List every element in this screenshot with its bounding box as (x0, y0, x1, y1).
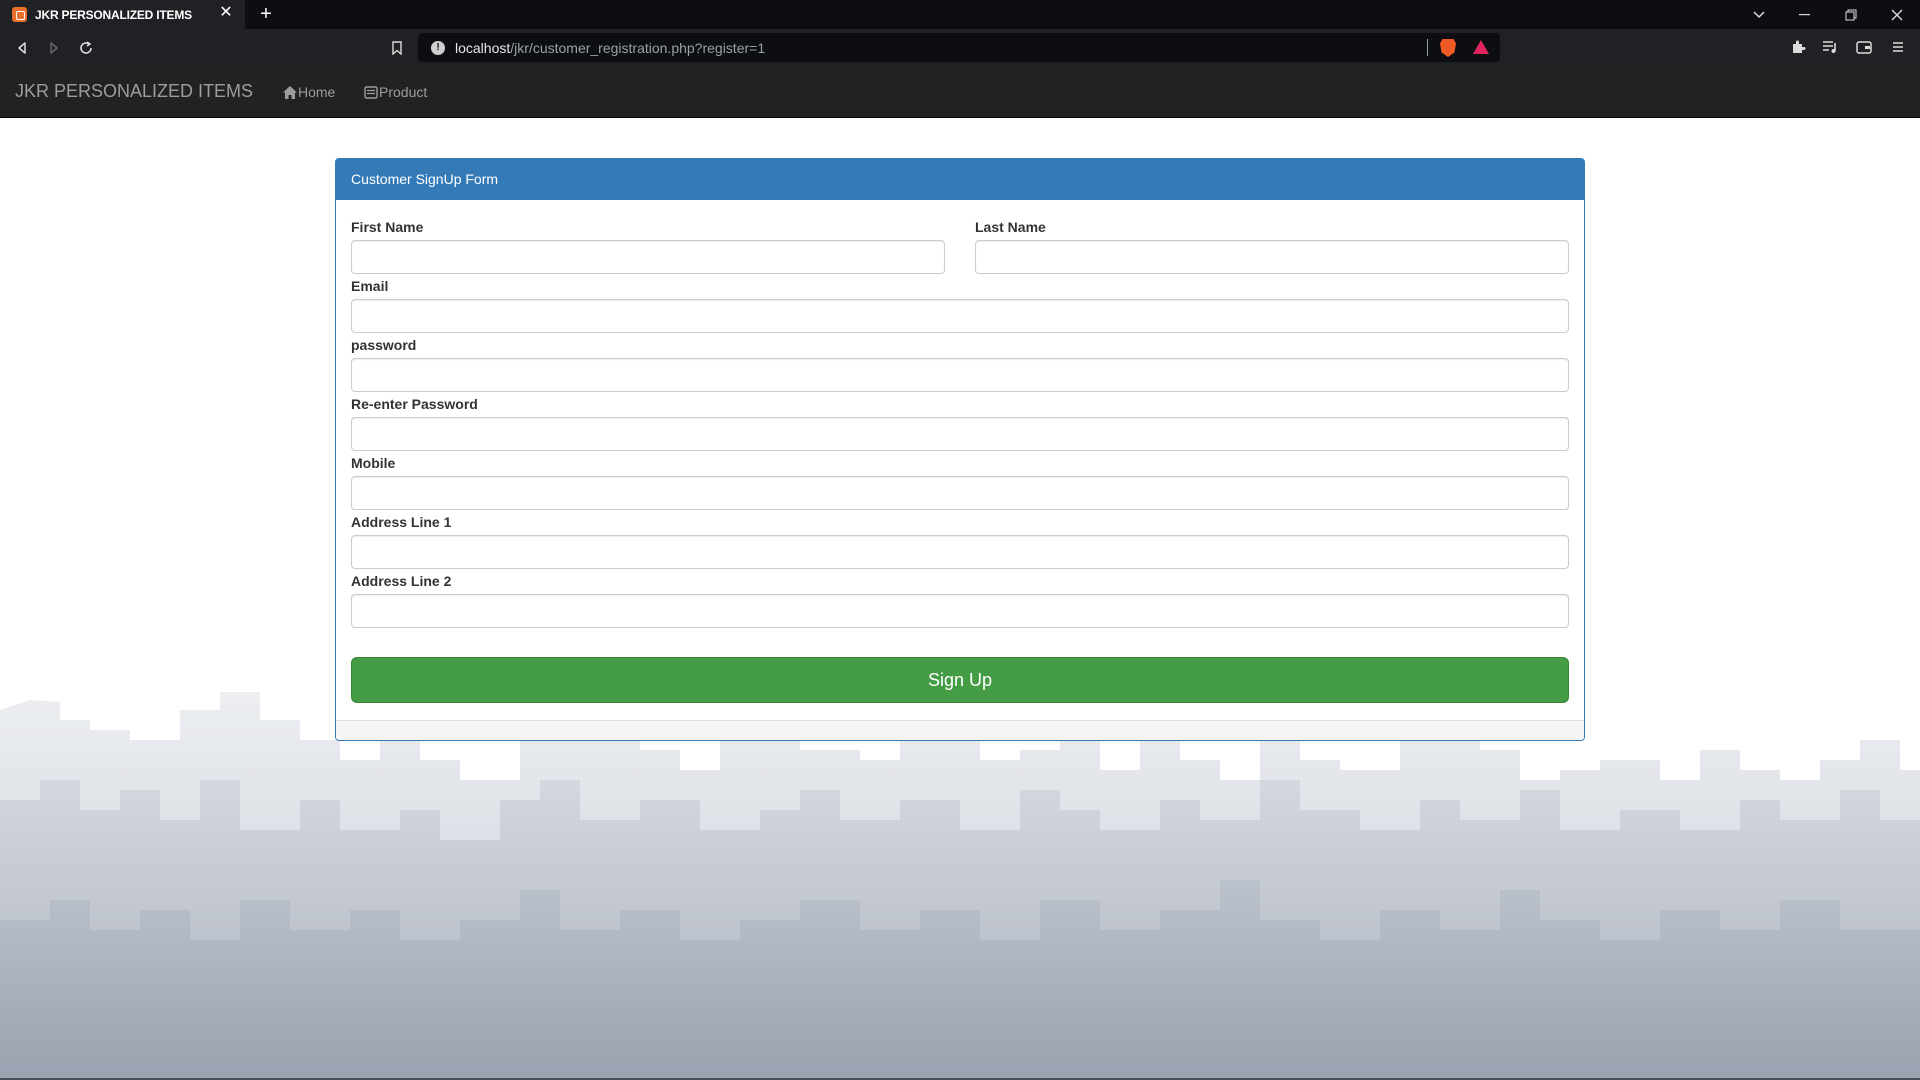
navbar-brand[interactable]: JKR PERSONALIZED ITEMS (15, 81, 253, 102)
new-tab-icon[interactable]: + (255, 3, 277, 25)
site-favicon-icon (12, 7, 27, 22)
site-info-icon[interactable] (431, 40, 445, 55)
bookmark-icon[interactable] (385, 36, 409, 60)
address-line-1-input[interactable] (351, 535, 1569, 569)
minimize-icon[interactable] (1785, 0, 1825, 29)
sign-up-button[interactable]: Sign Up (351, 657, 1569, 703)
reenter-password-label: Re-enter Password (351, 396, 478, 412)
address-bar[interactable]: localhost/jkr/customer_registration.php?… (418, 33, 1500, 62)
restore-icon[interactable] (1831, 0, 1871, 29)
url-host: localhost (455, 39, 511, 56)
address-line-1-label: Address Line 1 (351, 514, 452, 530)
tab-title: JKR PERSONALIZED ITEMS (35, 7, 192, 22)
close-window-icon[interactable] (1877, 0, 1917, 29)
site-navbar: JKR PERSONALIZED ITEMS Home Product (0, 66, 1920, 118)
panel-heading: Customer SignUp Form (336, 159, 1584, 200)
email-label: Email (351, 278, 389, 294)
first-name-input[interactable] (351, 240, 945, 274)
playlist-icon[interactable] (1821, 38, 1839, 56)
browser-tab[interactable]: JKR PERSONALIZED ITEMS ✕ (0, 0, 245, 29)
password-label: password (351, 337, 417, 353)
password-input[interactable] (351, 358, 1569, 392)
signup-panel: Customer SignUp Form First Name Last Nam… (335, 158, 1585, 741)
url-divider (1427, 39, 1428, 56)
first-name-label: First Name (351, 219, 424, 235)
browser-toolbar: localhost/jkr/customer_registration.php?… (0, 29, 1920, 66)
mobile-label: Mobile (351, 455, 396, 471)
nav-link-home[interactable]: Home (283, 84, 335, 100)
email-input[interactable] (351, 299, 1569, 333)
wallet-icon[interactable] (1855, 38, 1873, 56)
brave-rewards-icon[interactable] (1473, 40, 1489, 54)
forward-icon[interactable] (42, 36, 66, 60)
product-icon (364, 85, 378, 99)
url-path: /jkr/customer_registration.php?register=… (510, 39, 766, 56)
mobile-input[interactable] (351, 476, 1569, 510)
back-icon[interactable] (10, 36, 34, 60)
tab-search-chevron-icon[interactable] (1739, 0, 1779, 29)
tab-close-icon[interactable]: ✕ (217, 4, 235, 22)
nav-link-product-label: Product (379, 84, 428, 100)
address-line-2-label: Address Line 2 (351, 573, 452, 589)
reload-icon[interactable] (74, 36, 98, 60)
brave-shields-icon[interactable] (1440, 39, 1456, 57)
last-name-input[interactable] (975, 240, 1569, 274)
extensions-icon[interactable] (1789, 38, 1807, 56)
panel-footer (336, 720, 1584, 740)
menu-icon[interactable] (1889, 38, 1907, 56)
last-name-label: Last Name (975, 219, 1046, 235)
home-icon (283, 85, 297, 99)
nav-link-product[interactable]: Product (364, 84, 427, 100)
address-line-2-input[interactable] (351, 594, 1569, 628)
browser-tab-strip: JKR PERSONALIZED ITEMS ✕ + (0, 0, 1920, 29)
nav-link-home-label: Home (298, 84, 336, 100)
signup-form: First Name Last Name Email password Re-e… (336, 200, 1584, 720)
reenter-password-input[interactable] (351, 417, 1569, 451)
